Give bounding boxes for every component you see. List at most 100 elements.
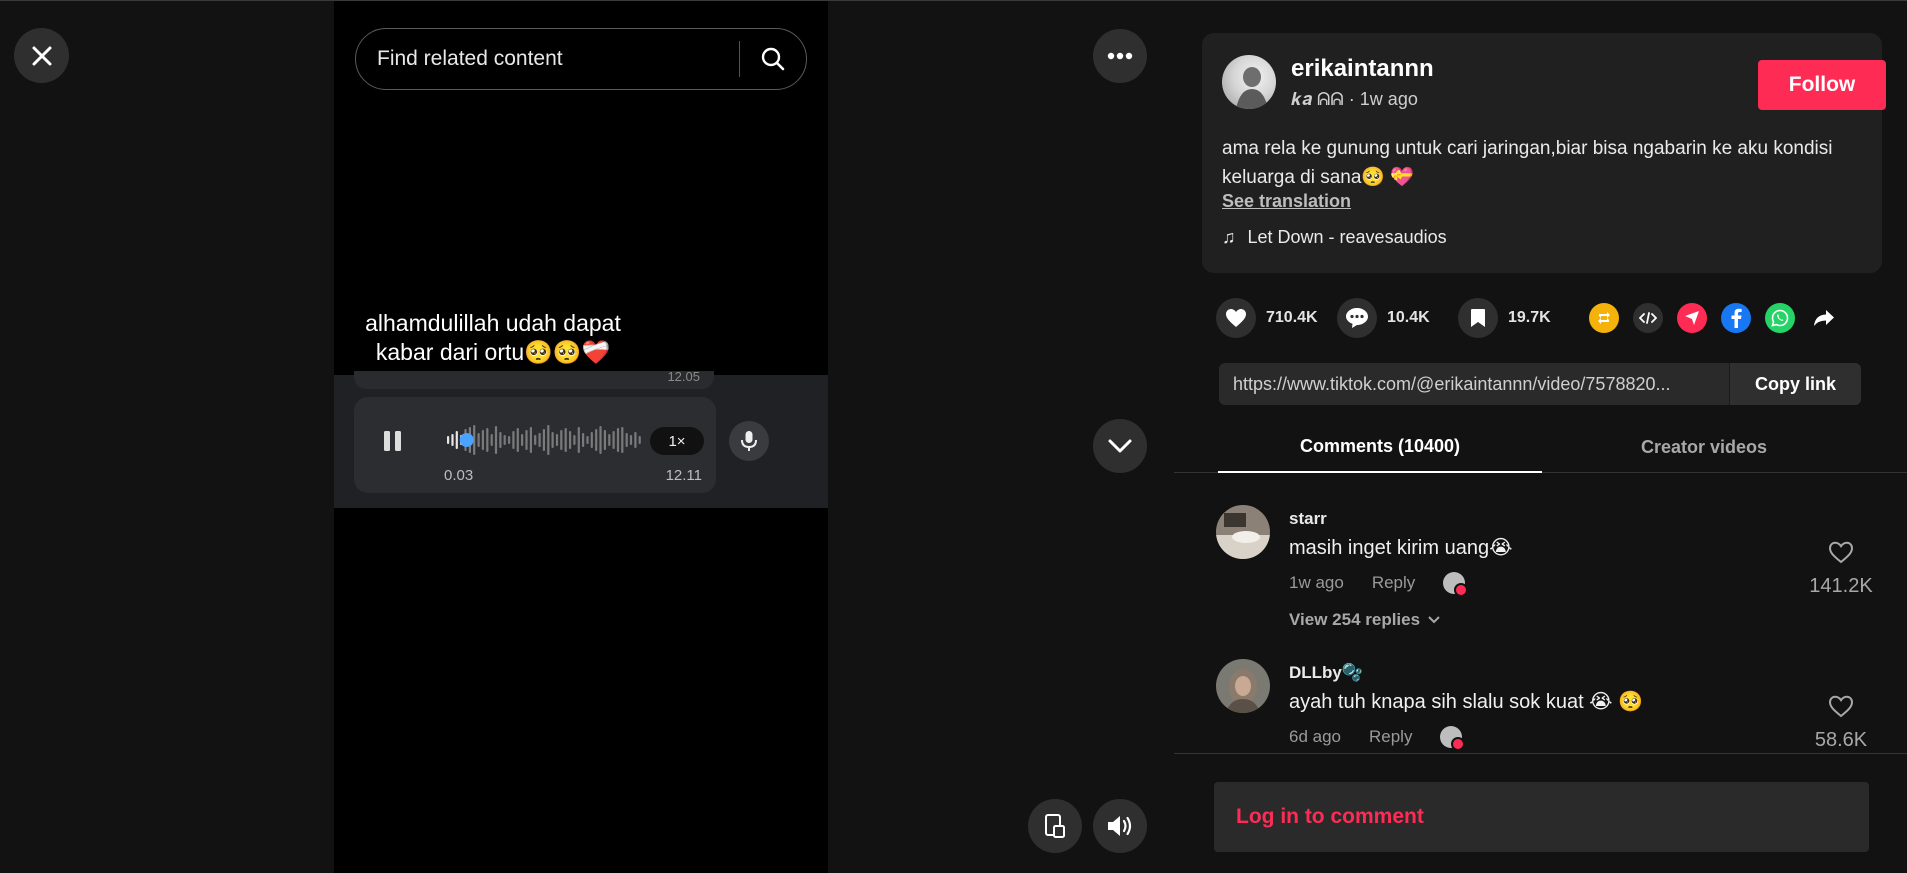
author-username[interactable]: erikaintannn: [1291, 55, 1434, 83]
repost-button[interactable]: [1589, 303, 1619, 333]
waveform-bar: [569, 431, 572, 449]
post-time: 1w ago: [1359, 89, 1418, 109]
waveform-bar: [616, 428, 620, 452]
voice-current-time: 0.03: [444, 467, 474, 484]
author-avatar[interactable]: [1222, 55, 1276, 109]
follow-button[interactable]: Follow: [1758, 60, 1886, 110]
chat-screenshot: 12.05 1× 0.03 12.11: [334, 369, 828, 508]
tab-comments[interactable]: Comments (10400): [1218, 421, 1542, 473]
search-box: [355, 28, 807, 90]
microphone-icon: [741, 431, 757, 451]
waveform-bar: [638, 436, 641, 444]
waveform-bar: [525, 430, 528, 450]
commenter-avatar-image: [1216, 659, 1270, 713]
caption-line-2: kabar dari ortu🥺🥺❤️‍🩹: [375, 339, 611, 365]
tab-creator-videos[interactable]: Creator videos: [1542, 421, 1866, 473]
waveform-bar: [512, 431, 515, 449]
playback-speed-button: 1×: [650, 427, 704, 455]
save-count: 19.7K: [1508, 309, 1551, 326]
waveform-bar: [529, 427, 532, 453]
comment-icon: [1346, 308, 1368, 328]
commenter-username[interactable]: DLLby🫧: [1289, 663, 1363, 683]
author-avatar-image: [1236, 67, 1268, 109]
video-caption: alhamdulillah udah dapat kabar dari ortu…: [348, 309, 638, 367]
waveform-bar: [603, 430, 606, 450]
waveform-bar: [590, 432, 593, 448]
comment-like-button[interactable]: 58.6K: [1806, 695, 1876, 752]
commenter-avatar[interactable]: [1216, 659, 1270, 713]
waveform-bar: [582, 433, 585, 447]
waveform-bar: [551, 432, 554, 448]
comment-like-button[interactable]: 141.2K: [1806, 541, 1876, 598]
music-note-icon: ♫: [1222, 227, 1236, 247]
waveform-bar: [447, 436, 450, 444]
waveform-bar: [595, 429, 598, 451]
whatsapp-share-button[interactable]: [1765, 303, 1795, 333]
waveform-bar: [564, 428, 567, 452]
share-arrow-icon: [1814, 310, 1834, 326]
waveform-bar: [599, 426, 602, 454]
waveform-bar: [629, 435, 633, 445]
music-title: Let Down - reavesaudios: [1247, 227, 1447, 247]
comment-text: ayah tuh knapa sih slalu sok kuat 😭 🥺: [1289, 691, 1644, 713]
voice-waveform: [447, 425, 641, 455]
whatsapp-icon: [1771, 309, 1789, 327]
playback-position-knob: [459, 433, 474, 447]
facebook-share-button[interactable]: [1721, 303, 1751, 333]
search-button[interactable]: [740, 29, 806, 89]
creator-liked-avatar: [1440, 726, 1466, 751]
waveform-bar: [621, 427, 624, 453]
player-area: alhamdulillah udah dapat kabar dari ortu…: [0, 0, 1174, 873]
send-to-friend-button[interactable]: [1677, 303, 1707, 333]
embed-icon: [1639, 312, 1657, 324]
author-nickname: 𝒌𝒂 ᕱᕱ: [1291, 89, 1344, 109]
author-subline: 𝒌𝒂 ᕱᕱ · 1w ago: [1291, 89, 1418, 110]
pip-icon: [1045, 814, 1065, 838]
save-button[interactable]: [1458, 298, 1498, 338]
music-link[interactable]: ♫ Let Down - reavesaudios: [1222, 227, 1447, 248]
login-to-comment-button[interactable]: Log in to comment: [1214, 782, 1869, 852]
video-player[interactable]: alhamdulillah udah dapat kabar dari ortu…: [334, 1, 828, 873]
voice-duration: 12.11: [665, 467, 702, 484]
reply-button[interactable]: Reply: [1369, 727, 1412, 747]
comment-like-count: 141.2K: [1809, 575, 1873, 597]
commenter-avatar[interactable]: [1216, 505, 1270, 559]
action-bar: 710.4K 10.4K 19.7K: [1216, 298, 1876, 338]
waveform-bar: [451, 434, 454, 446]
bookmark-icon: [1471, 309, 1485, 327]
close-icon: [32, 46, 51, 65]
search-input[interactable]: [356, 29, 739, 89]
like-action[interactable]: 710.4K: [1216, 298, 1318, 338]
embed-button[interactable]: [1633, 303, 1663, 333]
more-options-button[interactable]: [1093, 29, 1147, 83]
picture-in-picture-button[interactable]: [1028, 799, 1082, 853]
subline-separator: ·: [1348, 89, 1360, 109]
volume-button[interactable]: [1093, 799, 1147, 853]
like-button[interactable]: [1216, 298, 1256, 338]
comment-item: starr masih inget kirim uang😭 1w ago Rep…: [1216, 473, 1876, 633]
waveform-bar: [477, 433, 480, 447]
save-action[interactable]: 19.7K: [1458, 298, 1551, 338]
see-translation-link[interactable]: See translation: [1222, 191, 1351, 212]
copy-link-button[interactable]: Copy link: [1729, 363, 1861, 405]
creator-liked-avatar: [1443, 572, 1469, 597]
waveform-bar: [555, 434, 559, 446]
mic-icon-badge: [729, 421, 769, 461]
comment-like-count: 58.6K: [1814, 729, 1868, 751]
commenter-username[interactable]: starr: [1289, 509, 1327, 529]
comment-input-bar: Log in to comment: [1174, 753, 1907, 873]
previous-message-time: 12.05: [667, 369, 700, 384]
chevron-down-icon: [1108, 439, 1132, 453]
chevron-down-icon: [1428, 616, 1440, 624]
waveform-bar: [534, 435, 537, 445]
caption-line-1: alhamdulillah udah dapat: [365, 310, 621, 336]
comment-action[interactable]: 10.4K: [1337, 298, 1430, 338]
waveform-bar: [560, 430, 563, 450]
more-share-button[interactable]: [1809, 303, 1839, 333]
comment-button[interactable]: [1337, 298, 1377, 338]
previous-message-bubble: 12.05: [354, 369, 714, 389]
video-link[interactable]: https://www.tiktok.com/@erikaintannn/vid…: [1219, 374, 1729, 395]
next-video-button[interactable]: [1093, 419, 1147, 473]
close-button[interactable]: [14, 28, 69, 83]
reply-button[interactable]: Reply: [1372, 573, 1415, 593]
